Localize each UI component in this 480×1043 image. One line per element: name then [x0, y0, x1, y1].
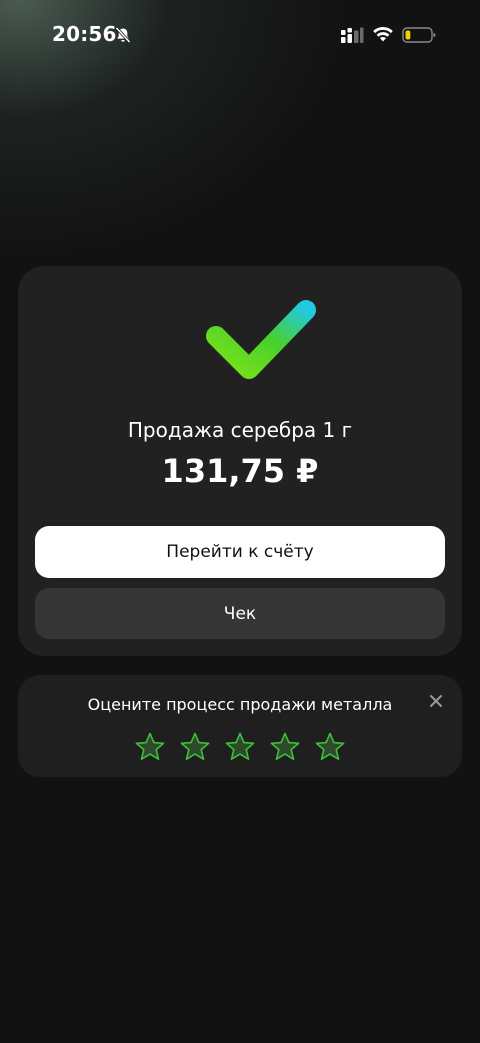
sale-success-screen: 20:56 Продажа серебра 1 г 131,75 ₽ Перей…	[0, 0, 480, 1043]
success-checkmark-icon	[206, 300, 316, 379]
rating-card: Оцените процесс продажи металла	[18, 675, 462, 777]
receipt-button[interactable]: Чек	[35, 588, 445, 639]
go-to-account-button[interactable]: Перейти к счёту	[35, 526, 445, 578]
signal-icon	[341, 27, 364, 43]
sale-result-card: Продажа серебра 1 г 131,75 ₽ Перейти к с…	[18, 266, 462, 656]
operation-title: Продажа серебра 1 г	[127, 418, 353, 442]
rating-star-icon-5[interactable]	[314, 731, 346, 763]
operation-amount: 131,75 ₽	[161, 452, 319, 490]
rating-star-icon-2[interactable]	[179, 731, 211, 763]
bell-off-icon	[115, 26, 131, 44]
close-icon[interactable]	[428, 693, 444, 709]
wifi-icon	[373, 26, 393, 42]
rating-stars	[134, 731, 354, 763]
rating-star-icon-1[interactable]	[134, 731, 166, 763]
rating-title: Оцените процесс продажи металла	[87, 695, 393, 714]
status-time: 20:56	[52, 22, 117, 46]
rating-star-icon-3[interactable]	[224, 731, 256, 763]
status-bar: 20:56	[0, 0, 480, 70]
rating-star-icon-4[interactable]	[269, 731, 301, 763]
battery-low-icon	[402, 27, 436, 43]
